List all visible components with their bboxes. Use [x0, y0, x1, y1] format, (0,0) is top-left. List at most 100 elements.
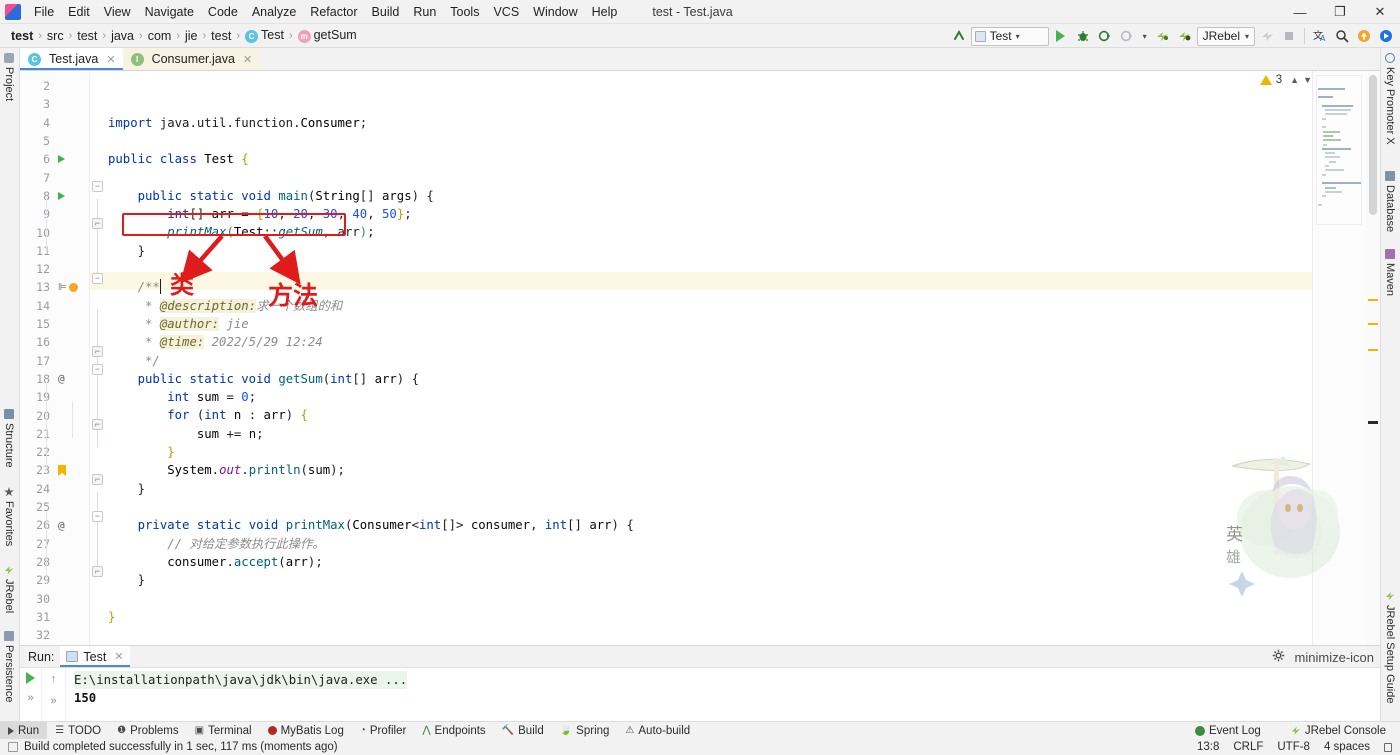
breadcrumb-item-src[interactable]: src: [44, 29, 67, 43]
minimize-button[interactable]: —: [1280, 0, 1320, 24]
sidebar-item-jrebel-guide[interactable]: JRebel Setup Guide: [1381, 586, 1399, 708]
sidebar-item-jrebel[interactable]: JRebel: [0, 560, 18, 618]
code-minimap[interactable]: [1316, 75, 1362, 225]
inspection-widget[interactable]: 3 ▲ ▼: [1259, 74, 1312, 86]
menu-tools[interactable]: Tools: [443, 2, 486, 22]
breadcrumb-item-test[interactable]: test: [74, 29, 100, 43]
jrebel-run-icon[interactable]: [1153, 26, 1173, 46]
menu-window[interactable]: Window: [526, 2, 584, 22]
run-gutter-icon[interactable]: [58, 191, 65, 200]
update-icon[interactable]: [1354, 26, 1374, 46]
close-button[interactable]: ✕: [1360, 0, 1400, 24]
scroll-up-icon[interactable]: ↑: [51, 673, 57, 685]
tool-button-terminal[interactable]: ▣ Terminal: [187, 722, 260, 740]
fold-toggle[interactable]: ⌐: [92, 218, 103, 229]
scrollbar-thumb[interactable]: [1369, 75, 1377, 215]
override-icon[interactable]: @: [58, 372, 65, 385]
warning-marker[interactable]: [1368, 299, 1378, 301]
editor-scrollbar[interactable]: [1366, 71, 1380, 645]
fold-toggle[interactable]: ⌐: [92, 346, 103, 357]
profile-icon[interactable]: [1117, 26, 1137, 46]
tool-button-auto-build[interactable]: ⚠ Auto-build: [617, 722, 698, 740]
debug-icon[interactable]: [1073, 26, 1093, 46]
gutter-icons[interactable]: @: [54, 519, 88, 532]
fold-toggle[interactable]: ⌐: [92, 566, 103, 577]
breadcrumb-item-class[interactable]: C Test: [242, 28, 287, 43]
menu-vcs[interactable]: VCS: [486, 2, 526, 22]
breadcrumb-item-com[interactable]: com: [145, 29, 175, 43]
tool-button-run[interactable]: Run: [0, 721, 48, 740]
tab-consumer-java[interactable]: I Consumer.java ✕: [122, 48, 260, 70]
sidebar-item-key-promoter[interactable]: Key Promoter X: [1381, 48, 1399, 150]
breadcrumb-item-project[interactable]: test: [8, 29, 36, 43]
breadcrumb-item-method[interactable]: m getSum: [295, 28, 360, 43]
stop-icon[interactable]: [1279, 26, 1299, 46]
lock-icon[interactable]: [1384, 742, 1392, 752]
fold-toggle[interactable]: −: [92, 364, 103, 375]
menu-file[interactable]: File: [27, 2, 61, 22]
override-icon[interactable]: @: [58, 519, 65, 532]
gutter-icons[interactable]: [54, 155, 88, 164]
tool-button-endpoints[interactable]: ⋀ Endpoints: [414, 722, 493, 740]
gutter-icons[interactable]: [54, 464, 88, 476]
code-text[interactable]: import java.util.function.Consumer; publi…: [108, 71, 1380, 645]
breadcrumb-item-java[interactable]: java: [108, 29, 137, 43]
menu-run[interactable]: Run: [406, 2, 443, 22]
bookmark-icon[interactable]: [58, 464, 66, 476]
menu-code[interactable]: Code: [201, 2, 245, 22]
sidebar-item-structure[interactable]: Structure: [0, 404, 18, 473]
run-tab-test[interactable]: Test ✕: [60, 646, 130, 667]
run-with-coverage-icon[interactable]: [1095, 26, 1115, 46]
menu-refactor[interactable]: Refactor: [303, 2, 364, 22]
close-icon[interactable]: ✕: [106, 53, 115, 66]
breadcrumb-item-test-pkg[interactable]: test: [208, 29, 234, 43]
ide-icon[interactable]: [1376, 26, 1396, 46]
menu-view[interactable]: View: [97, 2, 138, 22]
tool-button-todo[interactable]: ☰ TODO: [47, 722, 109, 740]
menu-build[interactable]: Build: [365, 2, 407, 22]
javadoc-icon[interactable]: ⊫: [58, 282, 67, 293]
sidebar-item-project[interactable]: Project: [0, 48, 18, 106]
fold-toggle[interactable]: ⌐: [92, 419, 103, 430]
fold-toggle[interactable]: −: [92, 273, 103, 284]
minimize-icon[interactable]: minimize-icon: [1295, 650, 1374, 665]
warning-marker[interactable]: [1368, 349, 1378, 351]
fold-toggle[interactable]: −: [92, 511, 103, 522]
code-editor[interactable]: 2345678910111213⊫1415161718@192021222324…: [20, 71, 1380, 645]
tab-test-java[interactable]: C Test.java ✕: [20, 48, 123, 70]
sidebar-item-favorites[interactable]: Favorites: [0, 482, 18, 551]
maximize-button[interactable]: ❐: [1320, 0, 1360, 24]
encoding[interactable]: UTF-8: [1277, 741, 1310, 753]
run-gutter-icon[interactable]: [58, 155, 65, 164]
jrebel-debug-icon[interactable]: [1175, 26, 1195, 46]
menu-navigate[interactable]: Navigate: [138, 2, 201, 22]
gear-icon[interactable]: [1272, 649, 1285, 665]
jrebel-selector[interactable]: JRebel ▾: [1196, 26, 1255, 46]
back-arrow-icon[interactable]: [949, 26, 969, 46]
sidebar-item-maven[interactable]: Maven: [1381, 244, 1399, 301]
tool-button-spring[interactable]: 🍃 Spring: [552, 722, 618, 740]
next-problem-icon[interactable]: ▼: [1303, 75, 1312, 85]
intention-bulb-icon[interactable]: [68, 282, 78, 292]
tool-button-build[interactable]: 🔨 Build: [494, 722, 552, 740]
profile-dropdown-icon[interactable]: ▾: [1139, 26, 1151, 46]
search-icon[interactable]: [1332, 26, 1352, 46]
tool-button-problems[interactable]: ❶ Problems: [109, 722, 187, 740]
gutter-icons[interactable]: ⊫: [54, 282, 88, 293]
menu-help[interactable]: Help: [585, 2, 625, 22]
run-icon[interactable]: [1051, 26, 1071, 46]
close-icon[interactable]: ✕: [243, 53, 252, 66]
expand-icon[interactable]: »: [50, 695, 56, 707]
line-separator[interactable]: CRLF: [1233, 741, 1263, 753]
warning-marker[interactable]: [1368, 323, 1378, 325]
gutter-icons[interactable]: [54, 191, 88, 200]
prev-problem-icon[interactable]: ▲: [1290, 75, 1299, 85]
close-icon[interactable]: ✕: [114, 650, 123, 663]
translate-icon[interactable]: 文A: [1310, 26, 1330, 46]
caret-marker[interactable]: [1368, 421, 1378, 424]
rerun-icon[interactable]: [26, 672, 35, 684]
gutter-icons[interactable]: @: [54, 372, 88, 385]
tool-button-profiler[interactable]: ◔ Profiler: [352, 722, 414, 740]
sidebar-item-database[interactable]: Database: [1381, 166, 1399, 237]
tool-button-event-log[interactable]: Event Log: [1187, 722, 1269, 740]
